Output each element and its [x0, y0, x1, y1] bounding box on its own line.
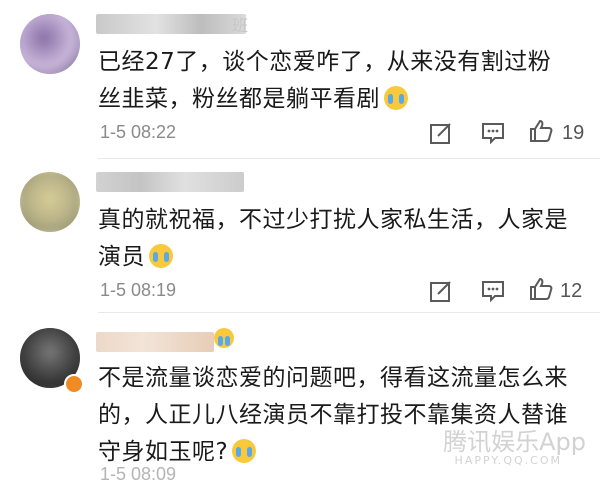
comment-time: 1-5 08:22	[100, 122, 177, 142]
username-tail: 班	[232, 16, 249, 35]
watermark-url: HAPPY.QQ.COM	[454, 454, 562, 467]
like-count: 12	[560, 280, 583, 302]
comment-item: 班 已经27了，谈个恋爱咋了，从来没有割过粉丝韭菜，粉丝都是躺平看剧 1-5 0…	[0, 0, 600, 160]
avatar[interactable]	[20, 14, 80, 74]
comment-text: 已经27了，谈个恋爱咋了，从来没有割过粉丝韭菜，粉丝都是躺平看剧	[98, 44, 568, 118]
watermark-brand: 腾讯娱乐App	[443, 428, 586, 456]
edit-icon[interactable]	[428, 120, 454, 146]
laughing-crying-emoji-icon	[232, 439, 257, 463]
crying-emoji-icon	[384, 86, 408, 110]
comment-icon[interactable]	[480, 120, 506, 146]
crying-emoji-icon	[149, 244, 173, 268]
divider	[98, 158, 600, 159]
comment-time: 1-5 08:09	[100, 464, 177, 484]
comment-body: 已经27了，谈个恋爱咋了，从来没有割过粉丝韭菜，粉丝都是躺平看剧	[98, 49, 552, 112]
comment-text: 真的就祝福，不过少打扰人家私生活，人家是演员	[98, 202, 568, 276]
like-icon[interactable]	[528, 118, 554, 144]
divider	[98, 312, 600, 313]
comment-time: 1-5 08:19	[100, 280, 177, 300]
comment-item: 不是流量谈恋爱的问题吧，得看这流量怎么来的，人正儿八经演员不靠打投不靠集资人替谁…	[0, 314, 600, 484]
comment-item: 真的就祝福，不过少打扰人家私生活，人家是演员 1-5 08:19 12	[0, 160, 600, 314]
username[interactable]	[96, 172, 244, 192]
username-emoji-icon	[214, 328, 234, 348]
edit-icon[interactable]	[428, 278, 454, 304]
like-count: 19	[562, 122, 585, 144]
comment-icon[interactable]	[480, 278, 506, 304]
username[interactable]	[96, 14, 246, 34]
avatar[interactable]	[20, 172, 80, 232]
verified-badge-icon	[64, 374, 84, 394]
username[interactable]	[96, 332, 214, 352]
like-icon[interactable]	[528, 276, 554, 302]
